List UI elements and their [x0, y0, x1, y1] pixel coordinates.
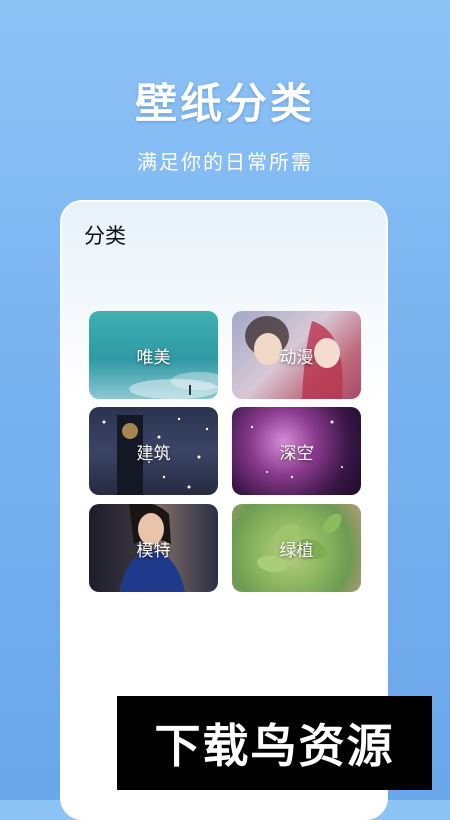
page-title: 壁纸分类	[134, 79, 315, 128]
category-tile-jianzhu[interactable]: 建筑	[89, 407, 218, 495]
watermark-banner: 下载鸟资源	[117, 696, 432, 790]
category-tile-mote[interactable]: 模特	[89, 504, 218, 592]
category-tile-label: 动漫	[279, 347, 314, 368]
category-tile-weimei[interactable]: 唯美	[89, 311, 218, 399]
category-tile-label: 模特	[136, 540, 171, 561]
category-section-title: 分类	[84, 224, 126, 248]
category-tile-lvzhi[interactable]: 绿植	[232, 504, 361, 592]
category-tile-label: 唯美	[136, 347, 171, 368]
page-subtitle: 满足你的日常所需	[137, 150, 313, 174]
watermark-text: 下载鸟资源	[154, 719, 395, 773]
category-tile-shenkong[interactable]: 深空	[232, 407, 361, 495]
category-tile-label: 绿植	[279, 540, 314, 561]
category-tile-label: 深空	[279, 443, 314, 464]
category-tile-dongman[interactable]: 动漫	[232, 311, 361, 399]
category-tile-label: 建筑	[136, 443, 171, 464]
